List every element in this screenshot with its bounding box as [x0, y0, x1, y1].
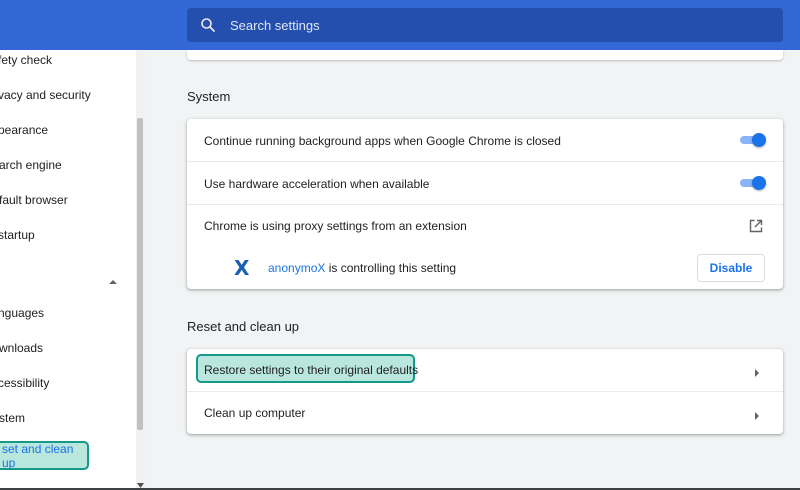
- proxy-settings-row[interactable]: Chrome is using proxy settings from an e…: [187, 205, 783, 247]
- sidebar-item-label: fault browser: [0, 193, 68, 207]
- open-in-new-icon[interactable]: [749, 219, 763, 233]
- sidebar-item-reset-and-clean-up[interactable]: set and clean up: [0, 441, 89, 470]
- sidebar-item-label: cessibility: [0, 376, 50, 390]
- sidebar-item-label: startup: [0, 228, 35, 242]
- chevron-right-icon: [754, 409, 760, 420]
- chevron-right-icon: [754, 366, 760, 377]
- sidebar-scrollbar-thumb[interactable]: [137, 118, 143, 430]
- extension-name-link[interactable]: anonymoX: [268, 261, 325, 275]
- sidebar-item-languages[interactable]: nguages: [0, 303, 44, 323]
- search-icon: [200, 17, 216, 33]
- sidebar-item-appearance[interactable]: pearance: [0, 120, 48, 140]
- chevron-up-icon[interactable]: [108, 273, 118, 284]
- sidebar-item-label: pearance: [0, 123, 49, 137]
- sidebar-item-label: set and clean up: [2, 441, 74, 470]
- clean-up-computer-label: Clean up computer: [204, 406, 306, 420]
- extension-control-message: anonymoX is controlling this setting: [268, 261, 456, 275]
- search-box[interactable]: [187, 8, 783, 42]
- clean-up-computer-row[interactable]: Clean up computer: [187, 392, 783, 434]
- anonymox-extension-icon: X: [234, 256, 250, 280]
- extension-control-row: X anonymoX is controlling this setting D…: [187, 247, 783, 289]
- sidebar-item-downloads[interactable]: wnloads: [0, 338, 43, 358]
- sidebar-item-label: stem: [0, 411, 26, 425]
- sidebar-item-label: fety check: [0, 53, 53, 67]
- extension-control-suffix: is controlling this setting: [325, 261, 457, 275]
- background-apps-row[interactable]: Continue running background apps when Go…: [187, 119, 783, 162]
- settings-header: [0, 0, 800, 50]
- system-card: Continue running background apps when Go…: [187, 119, 783, 289]
- sidebar-item-label: vacy and security: [0, 88, 91, 102]
- sidebar-item-default-browser[interactable]: fault browser: [0, 190, 68, 210]
- reset-card: Restore settings to their original defau…: [187, 349, 783, 434]
- search-input[interactable]: [228, 16, 732, 34]
- proxy-settings-label: Chrome is using proxy settings from an e…: [204, 219, 467, 233]
- hardware-acceleration-toggle[interactable]: [738, 176, 766, 190]
- reset-section-title: Reset and clean up: [187, 319, 300, 334]
- sidebar-item-on-startup[interactable]: startup: [0, 225, 35, 245]
- hardware-acceleration-row[interactable]: Use hardware acceleration when available: [187, 162, 783, 205]
- restore-defaults-label: Restore settings to their original defau…: [204, 363, 419, 377]
- sidebar-item-privacy-and-security[interactable]: vacy and security: [0, 85, 91, 105]
- restore-defaults-row[interactable]: Restore settings to their original defau…: [187, 349, 783, 391]
- background-apps-label: Continue running background apps when Go…: [204, 133, 561, 148]
- system-section-title: System: [187, 89, 231, 104]
- sidebar-item-search-engine[interactable]: arch engine: [0, 155, 62, 175]
- sidebar-item-system[interactable]: stem: [0, 408, 25, 428]
- disable-extension-button[interactable]: Disable: [697, 254, 765, 282]
- sidebar-item-accessibility[interactable]: cessibility: [0, 373, 49, 393]
- previous-section-card: [187, 50, 783, 60]
- sidebar-item-label: arch engine: [0, 158, 62, 172]
- background-apps-toggle[interactable]: [738, 133, 766, 147]
- sidebar-item-label: wnloads: [0, 341, 44, 355]
- hardware-acceleration-label: Use hardware acceleration when available: [204, 176, 430, 191]
- settings-window: fety check vacy and security pearance ar…: [0, 0, 800, 490]
- sidebar-item-label: nguages: [0, 306, 45, 320]
- sidebar-item-safety-check[interactable]: fety check: [0, 50, 52, 70]
